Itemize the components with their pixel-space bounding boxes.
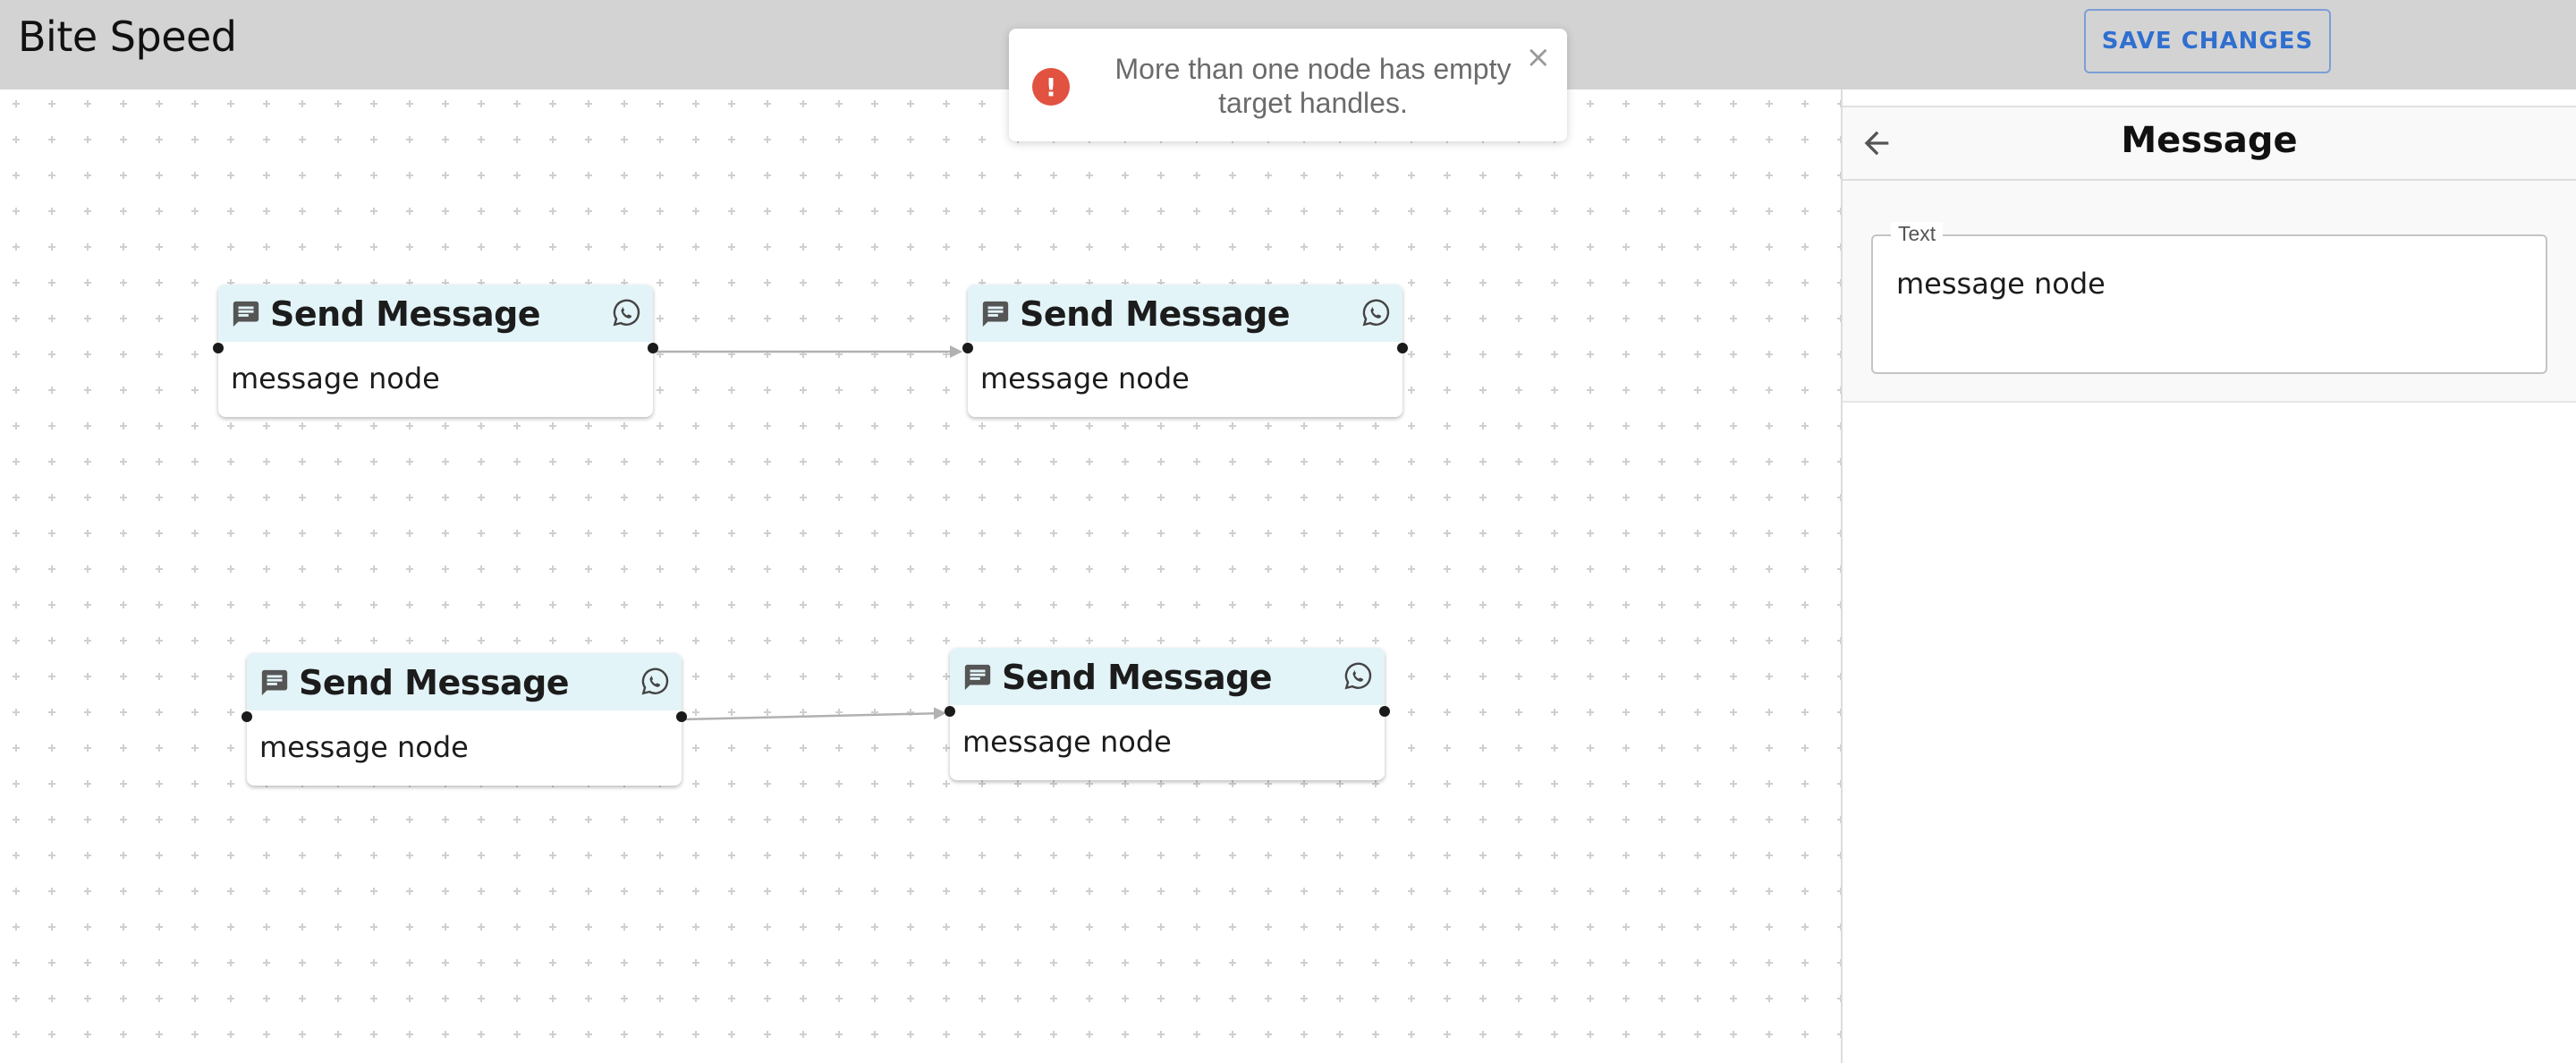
node-title: Send Message — [270, 294, 541, 334]
node-text: message node — [980, 361, 1190, 395]
message-node[interactable]: Send Message message node — [962, 285, 1408, 417]
message-icon — [261, 669, 288, 696]
message-icon — [982, 301, 1009, 327]
toast-message: More than one node has empty target hand… — [1114, 53, 1512, 119]
target-handle[interactable] — [962, 343, 973, 353]
node-title: Send Message — [1002, 658, 1273, 697]
settings-panel: Message Text message node — [1843, 106, 2576, 403]
node-title: Send Message — [1020, 294, 1291, 334]
message-node[interactable]: Send Message message node — [242, 653, 687, 786]
flow-canvas[interactable]: Send Message message node Send Message m… — [0, 89, 1841, 1063]
whatsapp-icon — [1362, 299, 1390, 327]
text-field-label: Text — [1891, 222, 1944, 246]
source-handle[interactable] — [1379, 706, 1390, 717]
node-body: message node — [968, 342, 1402, 417]
message-node[interactable]: Send Message message node — [213, 285, 658, 417]
error-toast: ! More than one node has empty target ha… — [1009, 29, 1567, 141]
target-handle[interactable] — [945, 706, 955, 717]
node-text: message node — [231, 361, 440, 395]
node-text: message node — [962, 725, 1172, 759]
node-header: Send Message — [968, 285, 1402, 342]
node-body: message node — [218, 342, 653, 417]
toast-close-icon[interactable]: × — [1526, 39, 1552, 75]
whatsapp-icon — [613, 299, 640, 327]
target-handle[interactable] — [213, 343, 224, 353]
edge-2[interactable] — [681, 707, 946, 721]
node-title: Send Message — [299, 663, 570, 702]
edges-layer — [653, 345, 962, 721]
node-body: message node — [950, 705, 1385, 780]
text-field[interactable]: Text message node — [1871, 222, 2547, 374]
message-text-input[interactable]: message node — [1896, 267, 2522, 335]
target-handle[interactable] — [242, 711, 252, 722]
node-text: message node — [259, 730, 469, 764]
node-header: Send Message — [218, 285, 653, 342]
node-body: message node — [247, 710, 682, 786]
source-handle[interactable] — [1397, 343, 1408, 353]
message-icon — [233, 301, 259, 327]
source-handle[interactable] — [676, 711, 687, 722]
message-icon — [964, 664, 991, 691]
app-title: Bite Speed — [18, 13, 237, 61]
panel-title: Message — [2121, 120, 2298, 161]
node-header: Send Message — [950, 648, 1385, 705]
whatsapp-icon — [641, 668, 669, 695]
source-handle[interactable] — [648, 343, 658, 353]
whatsapp-icon — [1344, 662, 1372, 690]
error-icon: ! — [1032, 68, 1070, 106]
save-changes-button[interactable]: SAVE CHANGES — [2084, 9, 2331, 73]
message-node[interactable]: Send Message message node — [945, 648, 1390, 780]
node-header: Send Message — [247, 653, 682, 710]
panel-header: Message — [1843, 107, 2576, 181]
